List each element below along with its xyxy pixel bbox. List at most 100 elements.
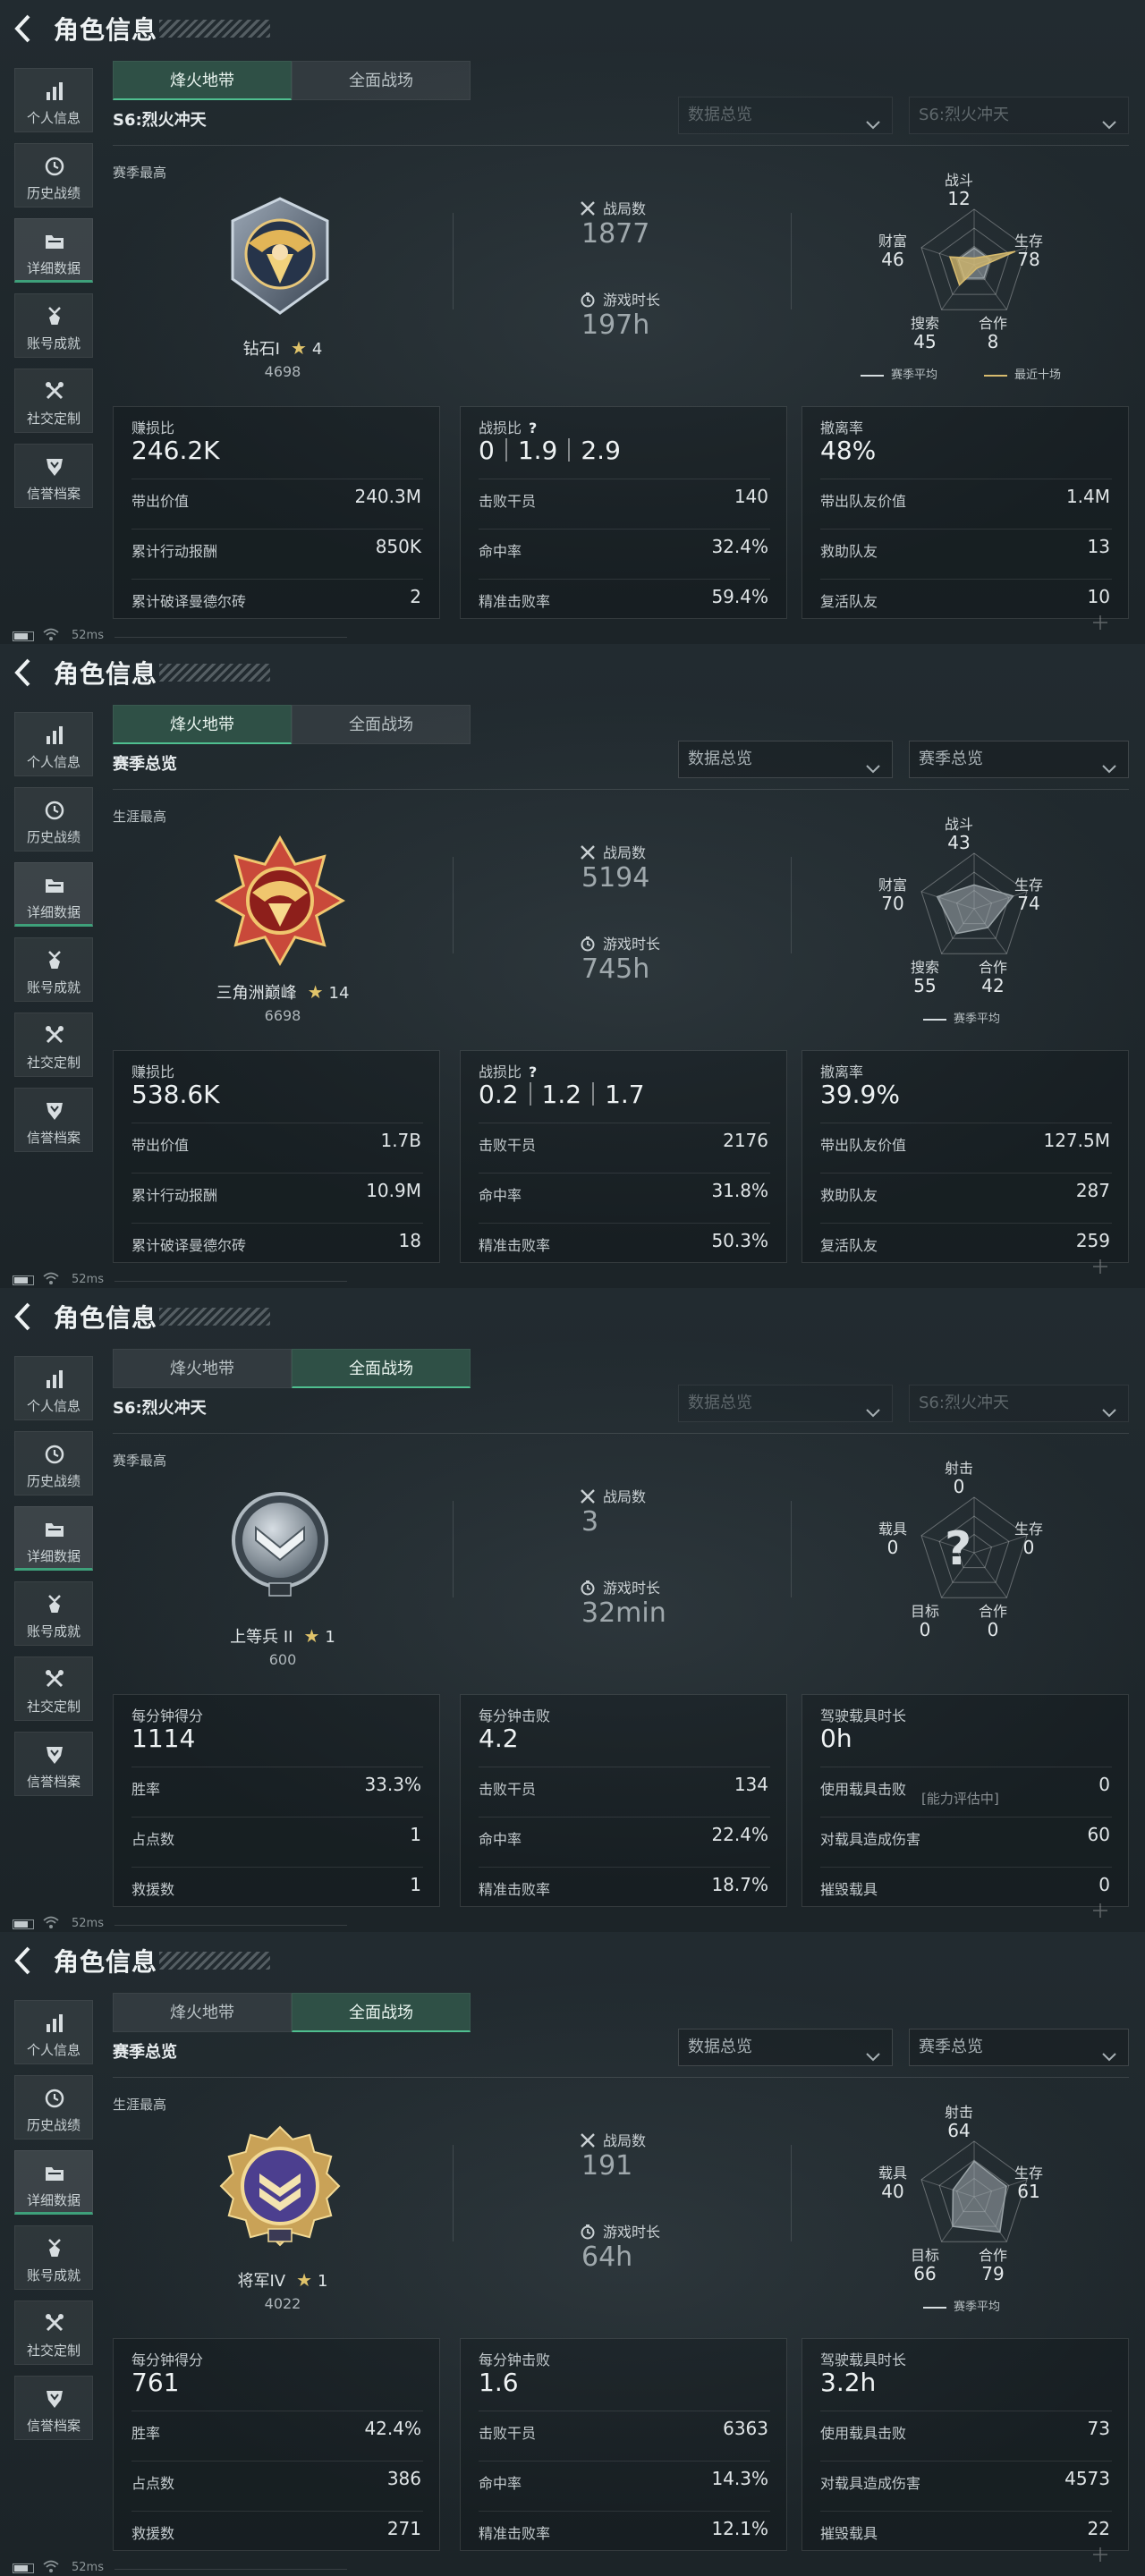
tab-full-battlefield[interactable]: 全面战场 [292, 61, 471, 100]
sidebar-item[interactable]: 详细数据 [14, 862, 93, 927]
battery-icon [13, 2563, 34, 2573]
sidebar-item[interactable]: 详细数据 [14, 2150, 93, 2215]
radar-axis-label: 财富 [878, 877, 907, 894]
kd-ratio-values: 0.2 1.2 1.7 [479, 1080, 645, 1109]
back-arrow-icon[interactable] [13, 1945, 32, 1977]
season-dropdown[interactable]: 赛季总览 [909, 2029, 1129, 2066]
stat-row-label: 命中率 [479, 543, 522, 560]
sidebar-item[interactable]: 历史战绩 [14, 143, 93, 208]
bar-chart-icon [42, 724, 67, 747]
data-view-dropdown[interactable]: 数据总览 [678, 1385, 893, 1422]
radar-axis-value: 55 [913, 975, 937, 996]
rank-stars: 1 [318, 2272, 328, 2291]
season-dropdown[interactable]: S6:烈火冲天 [909, 1385, 1129, 1422]
stat-row-value: 140 [734, 486, 768, 507]
sidebar-item[interactable]: 信誉档案 [14, 444, 93, 508]
season-dropdown[interactable]: 赛季总览 [909, 741, 1129, 778]
sidebar-item[interactable]: 信誉档案 [14, 1732, 93, 1796]
help-icon[interactable]: ? [529, 419, 537, 436]
data-view-dropdown[interactable]: 数据总览 [678, 97, 893, 134]
stat-row-label: 救助队友 [820, 1187, 878, 1204]
legend-label: 赛季平均 [954, 1013, 1001, 1026]
season-dropdown[interactable]: S6:烈火冲天 [909, 97, 1129, 134]
sidebar-item[interactable]: 个人信息 [14, 1356, 93, 1420]
rank-score: 4022 [264, 2295, 301, 2312]
help-icon[interactable]: ? [529, 1063, 537, 1080]
bar-chart-icon [42, 2012, 67, 2035]
sidebar-item[interactable]: 社交定制 [14, 369, 93, 433]
legend-season-avg: 赛季平均 [923, 1009, 1000, 1026]
radar-axis-value: 0 [886, 1537, 899, 1558]
row-divider [479, 529, 770, 530]
sidebar-item[interactable]: 社交定制 [14, 1013, 93, 1077]
sidebar-item[interactable]: 账号成就 [14, 293, 93, 358]
sidebar-item-label: 账号成就 [26, 1623, 81, 1640]
legend-swatch [923, 2306, 946, 2309]
rank-medal-icon [213, 2122, 347, 2256]
stat-row-label: 带出队友价值 [820, 1137, 907, 1154]
stat-card-main-value: 538.6K [131, 1080, 220, 1109]
stat-card: 每分钟得分 761 胜率 42.4% 占点数 386 救援数 271 [113, 2338, 440, 2551]
timer-icon [580, 936, 596, 952]
data-view-dropdown[interactable]: 数据总览 [678, 2029, 893, 2066]
sidebar-item[interactable]: 个人信息 [14, 712, 93, 776]
rank-name: 将军IV [237, 2272, 286, 2291]
medal-icon [42, 1593, 67, 1616]
playtime-value: 197h [581, 309, 650, 341]
stat-row-label: 精准击败率 [479, 593, 551, 610]
best-label: 生涯最高 [113, 2097, 167, 2113]
sidebar-item[interactable]: 信誉档案 [14, 1088, 93, 1152]
row-divider [131, 2511, 423, 2512]
sidebar-item[interactable]: 历史战绩 [14, 2075, 93, 2140]
back-arrow-icon[interactable] [13, 657, 32, 689]
medal-icon [42, 305, 67, 328]
row-divider [131, 2461, 423, 2462]
row-divider [131, 529, 423, 530]
stat-row-label: 击败干员 [479, 493, 537, 510]
playtime-label: 游戏时长 [603, 936, 661, 953]
stat-row-label: 带出队友价值 [820, 493, 907, 510]
tab-full-battlefield[interactable]: 全面战场 [292, 705, 471, 744]
tab-fire-zone[interactable]: 烽火地带 [113, 1349, 292, 1388]
row-divider [820, 1173, 1112, 1174]
sidebar-item[interactable]: 社交定制 [14, 1657, 93, 1721]
sidebar-item-label: 信誉档案 [26, 1774, 81, 1790]
tab-full-battlefield[interactable]: 全面战场 [292, 1349, 471, 1388]
back-arrow-icon[interactable] [13, 13, 32, 45]
divider [791, 2145, 792, 2241]
tab-full-battlefield[interactable]: 全面战场 [292, 1993, 471, 2032]
row-divider [479, 2511, 770, 2512]
sidebar-item-label: 历史战绩 [26, 829, 81, 845]
sidebar-item[interactable]: 账号成就 [14, 1581, 93, 1646]
battery-level [14, 1921, 28, 1928]
sidebar-item[interactable]: 详细数据 [14, 218, 93, 283]
dropdown-value: S6:烈火冲天 [919, 106, 1009, 124]
sidebar-item[interactable]: 账号成就 [14, 2225, 93, 2290]
sidebar-item[interactable]: 历史战绩 [14, 787, 93, 852]
tab-fire-zone[interactable]: 烽火地带 [113, 61, 292, 100]
status-divider [114, 637, 347, 638]
tab-fire-zone[interactable]: 烽火地带 [113, 1993, 292, 2032]
sidebar-item[interactable]: 社交定制 [14, 2301, 93, 2365]
sidebar-item[interactable]: 信誉档案 [14, 2376, 93, 2440]
kd-ratio-values: 0 1.9 2.9 [479, 436, 621, 465]
stat-row-label: 精准击败率 [479, 1881, 551, 1898]
matches-value: 5194 [581, 862, 650, 894]
stat-row-label: 摧毁载具 [820, 1881, 878, 1898]
stat-row-value: 73 [1087, 2418, 1110, 2439]
radar-axis-value: 45 [913, 331, 937, 352]
stat-card-title: 战损比? [479, 416, 537, 437]
data-view-dropdown[interactable]: 数据总览 [678, 741, 893, 778]
legend-label: 赛季平均 [891, 369, 938, 382]
sidebar-item[interactable]: 详细数据 [14, 1506, 93, 1571]
radar-axis-value: 0 [987, 1619, 999, 1640]
sidebar-item[interactable]: 个人信息 [14, 68, 93, 132]
tab-fire-zone[interactable]: 烽火地带 [113, 705, 292, 744]
back-arrow-icon[interactable] [13, 1301, 32, 1333]
dropdown-value: S6:烈火冲天 [919, 1394, 1009, 1412]
wifi-icon [43, 2559, 59, 2573]
sidebar-item[interactable]: 历史战绩 [14, 1431, 93, 1496]
stat-row-value: 1 [410, 1824, 421, 1845]
sidebar-item[interactable]: 账号成就 [14, 937, 93, 1002]
sidebar-item[interactable]: 个人信息 [14, 2000, 93, 2064]
